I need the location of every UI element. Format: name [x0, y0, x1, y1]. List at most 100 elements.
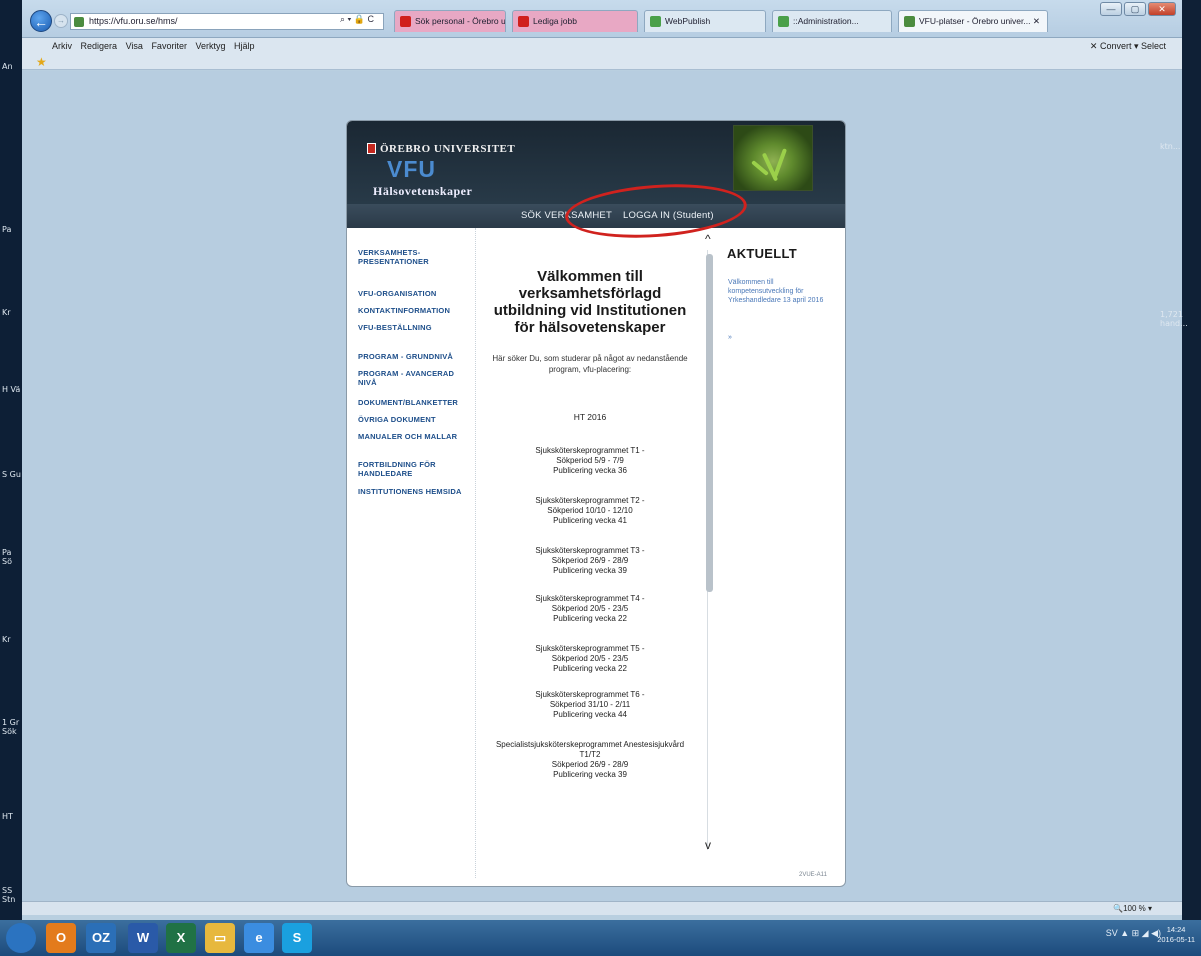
program-name: Sjuksköterskeprogrammet T4 -: [535, 594, 645, 603]
browser-tab[interactable]: VFU-platser - Örebro univer... ✕: [898, 10, 1048, 32]
intro-text: Här söker Du, som studerar på något av n…: [492, 354, 688, 374]
menu-fortbildning[interactable]: FORTBILDNING FÖR HANDLEDARE: [358, 460, 438, 478]
window-controls: — ▢ ✕: [1100, 2, 1176, 16]
content-scrollbar[interactable]: ^ v: [704, 228, 716, 868]
system-tray[interactable]: SV ▲ ⊞ ◢ ◀): [1106, 928, 1161, 939]
menu-verktyg[interactable]: Verktyg: [195, 38, 225, 54]
university-emblem-icon: [367, 143, 376, 154]
menu-favoriter[interactable]: Favoriter: [151, 38, 187, 54]
program-period: Sökperiod 5/9 - 7/9: [556, 456, 624, 465]
favorites-bar: ★: [22, 54, 1182, 70]
forward-button[interactable]: →: [54, 14, 68, 28]
program-publish: Publicering vecka 39: [553, 770, 627, 779]
zoom-level[interactable]: 🔍100 % ▾: [1113, 904, 1152, 913]
program-item[interactable]: Specialistsjuksköterskeprogrammet Aneste…: [486, 740, 694, 780]
explorer-icon[interactable]: ▭: [205, 923, 235, 953]
university-name: ÖREBRO UNIVERSITET: [380, 143, 516, 155]
browser-tab[interactable]: Sök personal - Örebro universi...: [394, 10, 506, 32]
menu-arkiv[interactable]: Arkiv: [52, 38, 72, 54]
browser-tab[interactable]: Lediga jobb: [512, 10, 638, 32]
desktop-icon-label[interactable]: Kr: [2, 308, 22, 317]
desktop-icon-label[interactable]: 1 Gr Sök: [2, 718, 22, 736]
scroll-down-icon[interactable]: v: [705, 838, 711, 852]
scroll-thumb[interactable]: [706, 254, 713, 592]
menu-program-avancerad[interactable]: PROGRAM - AVANCERAD NIVÅ: [358, 369, 468, 387]
program-item[interactable]: Sjuksköterskeprogrammet T1 - Sökperiod 5/…: [486, 446, 694, 476]
menu-manualer-mallar[interactable]: MANUALER OCH MALLAR: [358, 432, 468, 441]
address-tools[interactable]: ⌕ ▾ 🔒 C: [340, 14, 374, 25]
desktop-icon-label[interactable]: HT: [2, 812, 22, 821]
menu-kontaktinformation[interactable]: KONTAKTINFORMATION: [358, 306, 468, 315]
skype-icon[interactable]: S: [282, 923, 312, 953]
menu-program-grundniva[interactable]: PROGRAM - GRUNDNIVÅ: [358, 352, 468, 361]
desktop-icon-label[interactable]: Kr: [2, 635, 22, 644]
term-heading: HT 2016: [573, 412, 607, 422]
address-bar[interactable]: https://vfu.oru.se/hms/: [70, 13, 384, 30]
program-publish: Publicering vecka 41: [553, 516, 627, 525]
desktop-icon-label[interactable]: Pa Sö: [2, 548, 22, 566]
clock[interactable]: 14:24 2016-05-11: [1157, 925, 1195, 945]
university-logo[interactable]: ÖREBRO UNIVERSITET: [367, 143, 515, 155]
clock-time: 14:24: [1166, 925, 1186, 934]
excel-icon[interactable]: X: [166, 923, 196, 953]
tab-label: Sök personal - Örebro universi...: [415, 16, 506, 26]
menu-vfu-organisation[interactable]: VFU-ORGANISATION: [358, 289, 468, 298]
tab-favicon-icon: [650, 16, 661, 27]
minimize-button[interactable]: —: [1100, 2, 1122, 16]
tab-favicon-icon: [518, 16, 529, 27]
desktop-icon-label[interactable]: ktn...: [1160, 142, 1200, 151]
program-name: Sjuksköterskeprogrammet T2 -: [535, 496, 645, 505]
program-publish: Publicering vecka 22: [553, 614, 627, 623]
menu-verksamhetspresentationer[interactable]: VERKSAMHETS-PRESENTATIONER: [358, 248, 438, 266]
menu-hjalp[interactable]: Hjälp: [234, 38, 255, 54]
news-more-link[interactable]: »: [728, 334, 732, 341]
desktop-icon-label[interactable]: 1,721 hand...: [1160, 310, 1200, 328]
desktop-icon-label[interactable]: SS Stn: [2, 886, 22, 904]
outlook-mail-icon[interactable]: OZ: [86, 923, 116, 953]
desktop-icon-label[interactable]: H Vä: [2, 385, 22, 394]
tab-favicon-icon: [400, 16, 411, 27]
ie-icon[interactable]: e: [244, 923, 274, 953]
news-item-link[interactable]: Välkommen till kompetensutveckling för Y…: [728, 278, 840, 305]
menu-redigera[interactable]: Redigera: [81, 38, 118, 54]
word-icon[interactable]: W: [128, 923, 158, 953]
main-content: Välkommen till verksamhetsförlagd utbild…: [476, 228, 703, 868]
tab-favicon-icon: [904, 16, 915, 27]
plant-leaf-icon: [772, 148, 788, 178]
back-button[interactable]: ←: [30, 10, 52, 32]
address-url: https://vfu.oru.se/hms/: [89, 16, 178, 26]
menu-visa[interactable]: Visa: [126, 38, 143, 54]
tab-favicon-icon: [778, 16, 789, 27]
convert-select-toolbar[interactable]: ✕ Convert ▾ Select: [1090, 38, 1166, 54]
program-name: Sjuksköterskeprogrammet T3 -: [535, 546, 645, 555]
status-bar: 🔍100 % ▾: [22, 901, 1182, 915]
program-publish: Publicering vecka 44: [553, 710, 627, 719]
menu-institutionens-hemsida[interactable]: INSTITUTIONENS HEMSIDA: [358, 487, 468, 496]
menu-ovriga-dokument[interactable]: ÖVRIGA DOKUMENT: [358, 415, 468, 424]
close-button[interactable]: ✕: [1148, 2, 1176, 16]
program-item[interactable]: Sjuksköterskeprogrammet T3 - Sökperiod 26…: [486, 546, 694, 576]
program-item[interactable]: Sjuksköterskeprogrammet T2 - Sökperiod 10…: [486, 496, 694, 526]
desktop-icon-label[interactable]: S Gu: [2, 470, 22, 479]
tab-label: WebPublish: [665, 16, 711, 26]
scroll-up-icon[interactable]: ^: [705, 232, 711, 246]
program-item[interactable]: Sjuksköterskeprogrammet T5 - Sökperiod 20…: [486, 644, 694, 674]
browser-tab[interactable]: WebPublish: [644, 10, 766, 32]
program-period: Sökperiod 26/9 - 28/9: [551, 556, 629, 565]
start-button[interactable]: [6, 923, 36, 953]
program-period: Sökperiod 26/9 - 28/9: [551, 760, 629, 769]
browser-tab[interactable]: ::Administration...: [772, 10, 892, 32]
program-item[interactable]: Sjuksköterskeprogrammet T6 - Sökperiod 31…: [486, 690, 694, 720]
program-item[interactable]: Sjuksköterskeprogrammet T4 - Sökperiod 20…: [486, 594, 694, 624]
desktop-icon-label[interactable]: An: [2, 62, 22, 71]
menu-dokument-blanketter[interactable]: DOKUMENT/BLANKETTER: [358, 398, 468, 407]
site-footer: 2VUE-A11: [799, 872, 827, 878]
clock-date: 2016-05-11: [1157, 935, 1195, 944]
menu-vfu-bestallning[interactable]: VFU-BESTÄLLNING: [358, 323, 468, 332]
outlook-icon[interactable]: O: [46, 923, 76, 953]
site-subtitle: Hälsovetenskaper: [373, 184, 473, 198]
menu-bar: Arkiv Redigera Visa Favoriter Verktyg Hj…: [22, 38, 1182, 54]
desktop-icon-label[interactable]: Pa: [2, 225, 22, 234]
maximize-button[interactable]: ▢: [1124, 2, 1146, 16]
favorites-star-icon[interactable]: ★: [36, 56, 48, 68]
